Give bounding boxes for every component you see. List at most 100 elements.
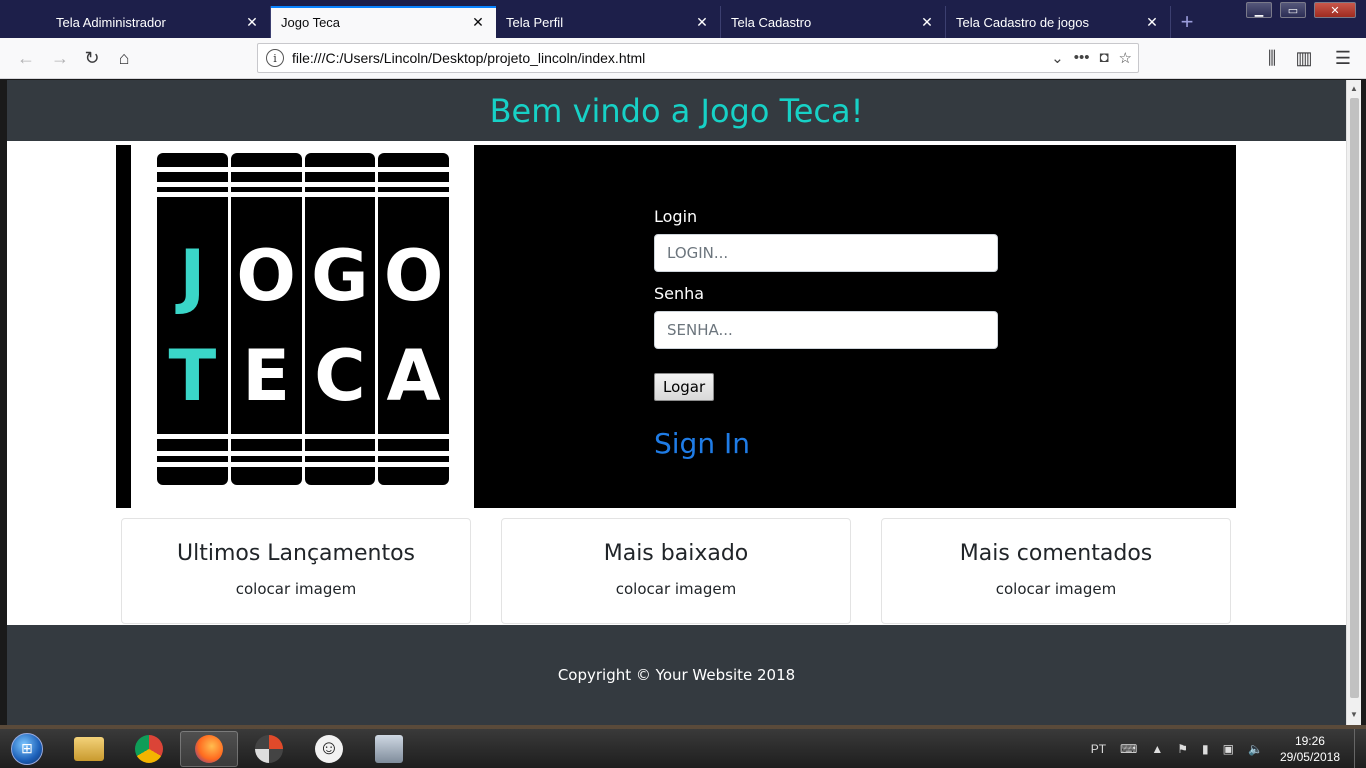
login-form: Login Senha Logar Sign In — [654, 207, 1000, 460]
tab-title: Tela Cadastro — [731, 14, 812, 30]
sign-in-link[interactable]: Sign In — [654, 427, 1000, 460]
keyboard-icon[interactable]: ⌨ — [1120, 742, 1137, 756]
password-input[interactable] — [654, 311, 998, 349]
copyright-text: Copyright © Your Website 2018 — [557, 666, 796, 684]
card-text: colocar imagem — [235, 580, 357, 598]
tab-title: Jogo Teca — [281, 14, 341, 30]
language-indicator[interactable]: PT — [1091, 742, 1106, 756]
browser-titlebar: Tela Adiministrador ✕ Jogo Teca ✕ Tela P… — [0, 0, 1366, 38]
card-text: colocar imagem — [995, 580, 1117, 598]
action-center-flag-icon[interactable]: ⚑ — [1177, 742, 1188, 756]
tab-strip: Tela Adiministrador ✕ Jogo Teca ✕ Tela P… — [46, 6, 1203, 38]
tab-close-icon[interactable]: ✕ — [1144, 14, 1160, 30]
clock-date: 29/05/2018 — [1279, 749, 1340, 764]
card-text: colocar imagem — [615, 580, 737, 598]
tab-title: Tela Perfil — [506, 14, 564, 30]
logo-letter: J — [179, 235, 206, 317]
card-ultimos-lancamentos: Ultimos Lançamentos colocar imagem — [121, 518, 471, 624]
windows-logo-icon: ⊞ — [11, 732, 43, 765]
bookmark-star-icon[interactable]: ☆ — [1119, 49, 1132, 67]
scroll-up-icon[interactable]: ▲ — [1350, 84, 1358, 93]
logo-book: O A — [378, 153, 449, 485]
pocket-icon[interactable]: ◘ — [1099, 49, 1108, 67]
start-button[interactable]: ⊞ — [6, 730, 48, 768]
logo-letter: C — [314, 335, 366, 417]
scroll-down-icon[interactable]: ▼ — [1350, 710, 1358, 719]
password-label: Senha — [654, 284, 705, 303]
welcome-title: Bem vindo a Jogo Teca! — [489, 91, 864, 130]
logo-letter: E — [242, 335, 291, 417]
tab-tela-perfil[interactable]: Tela Perfil ✕ — [496, 6, 721, 38]
library-icon[interactable]: ⫼ — [1260, 46, 1284, 70]
browser-navbar: ← → ↻ ⌂ i file:///C:/Users/Lincoln/Deskt… — [0, 38, 1366, 79]
logo-letter: G — [311, 235, 369, 317]
web-page: Bem vindo a Jogo Teca! J T O E G C O A L… — [7, 80, 1346, 725]
sidebar-toggle-icon[interactable]: ▥ — [1292, 46, 1316, 70]
file-explorer-icon[interactable] — [60, 731, 118, 767]
clock-time: 19:26 — [1294, 733, 1325, 748]
logo-book: O E — [230, 153, 302, 485]
tab-title: Tela Cadastro de jogos — [956, 14, 1089, 30]
tab-close-icon[interactable]: ✕ — [694, 14, 710, 30]
jogoteca-logo: J T O E G C O A — [131, 145, 474, 508]
smiley-app-icon[interactable]: ☺ — [300, 731, 358, 767]
taskbar-apps: ☺ — [60, 730, 418, 767]
logo-book: G C — [304, 153, 376, 485]
tab-close-icon[interactable]: ✕ — [470, 14, 486, 30]
back-arrow-icon[interactable]: ← — [14, 46, 38, 70]
forward-arrow-icon[interactable]: → — [48, 46, 72, 70]
chrome-icon[interactable] — [120, 731, 178, 767]
maximize-icon[interactable]: ▭ — [1280, 2, 1306, 18]
card-mais-baixado: Mais baixado colocar imagem — [501, 518, 851, 624]
tab-tela-cadastro-jogos[interactable]: Tela Cadastro de jogos ✕ — [946, 6, 1171, 38]
search-tool-icon[interactable] — [360, 731, 418, 767]
page-actions-ellipsis-icon[interactable]: ••• — [1074, 49, 1090, 67]
dropdown-chevron-icon[interactable]: ⌄ — [1051, 49, 1064, 67]
tab-close-icon[interactable]: ✕ — [919, 14, 935, 30]
url-actions: ⌄ ••• ◘ ☆ — [1051, 49, 1132, 67]
card-title: Mais comentados — [959, 541, 1153, 566]
card-title: Ultimos Lançamentos — [176, 541, 415, 566]
clock[interactable]: 19:26 29/05/2018 — [1280, 733, 1340, 765]
home-icon[interactable]: ⌂ — [112, 46, 136, 70]
window-controls: ▁ ▭ ✕ — [1246, 2, 1356, 18]
volume-icon[interactable]: 🔈 — [1248, 742, 1263, 756]
login-label: Login — [654, 207, 698, 226]
firefox-icon[interactable] — [180, 730, 238, 767]
show-hidden-icons-icon[interactable]: ▲ — [1151, 742, 1163, 756]
tab-jogo-teca[interactable]: Jogo Teca ✕ — [271, 6, 496, 38]
show-desktop-button[interactable] — [1354, 729, 1366, 768]
logo-book: J T — [157, 153, 228, 485]
url-text[interactable]: file:///C:/Users/Lincoln/Desktop/projeto… — [292, 50, 1051, 66]
site-info-icon[interactable]: i — [266, 49, 284, 67]
system-tray: PT ⌨ ▲ ⚑ ▮ ▣ 🔈 19:26 29/05/2018 — [1084, 729, 1366, 768]
feature-cards: Ultimos Lançamentos colocar imagem Mais … — [121, 518, 1231, 624]
login-input[interactable] — [654, 234, 998, 272]
tab-tela-administrador[interactable]: Tela Adiministrador ✕ — [46, 6, 271, 38]
logo-letter: O — [383, 235, 444, 317]
page-header: Bem vindo a Jogo Teca! — [7, 80, 1346, 141]
card-mais-comentados: Mais comentados colocar imagem — [881, 518, 1231, 624]
hamburger-menu-icon[interactable]: ☰ — [1331, 46, 1355, 70]
logo-letter: A — [386, 335, 441, 417]
windows-taskbar: ⊞ ☺ PT ⌨ ▲ ⚑ ▮ ▣ 🔈 19:26 29/05/2018 — [0, 729, 1366, 768]
tab-tela-cadastro[interactable]: Tela Cadastro ✕ — [721, 6, 946, 38]
logo-letter: T — [168, 335, 217, 417]
close-window-icon[interactable]: ✕ — [1314, 2, 1356, 18]
minimize-icon[interactable]: ▁ — [1246, 2, 1272, 18]
tab-close-icon[interactable]: ✕ — [244, 14, 260, 30]
login-button[interactable]: Logar — [654, 373, 715, 401]
logo-letter: O — [236, 235, 296, 317]
reload-icon[interactable]: ↻ — [80, 46, 104, 70]
power-icon[interactable]: ▮ — [1202, 742, 1209, 756]
tab-title: Tela Adiministrador — [56, 14, 166, 30]
media-app-icon[interactable] — [240, 731, 298, 767]
network-icon[interactable]: ▣ — [1223, 742, 1234, 756]
page-scrollbar[interactable]: ▲ ▼ — [1346, 80, 1361, 725]
new-tab-plus-icon[interactable]: + — [1171, 6, 1203, 38]
scrollbar-thumb[interactable] — [1350, 98, 1359, 698]
card-title: Mais baixado — [603, 541, 749, 566]
page-footer: Copyright © Your Website 2018 — [7, 625, 1346, 725]
url-bar[interactable]: i file:///C:/Users/Lincoln/Desktop/proje… — [257, 43, 1139, 73]
hero-panel: J T O E G C O A Login LOGIN... Senha Log… — [116, 145, 1236, 508]
